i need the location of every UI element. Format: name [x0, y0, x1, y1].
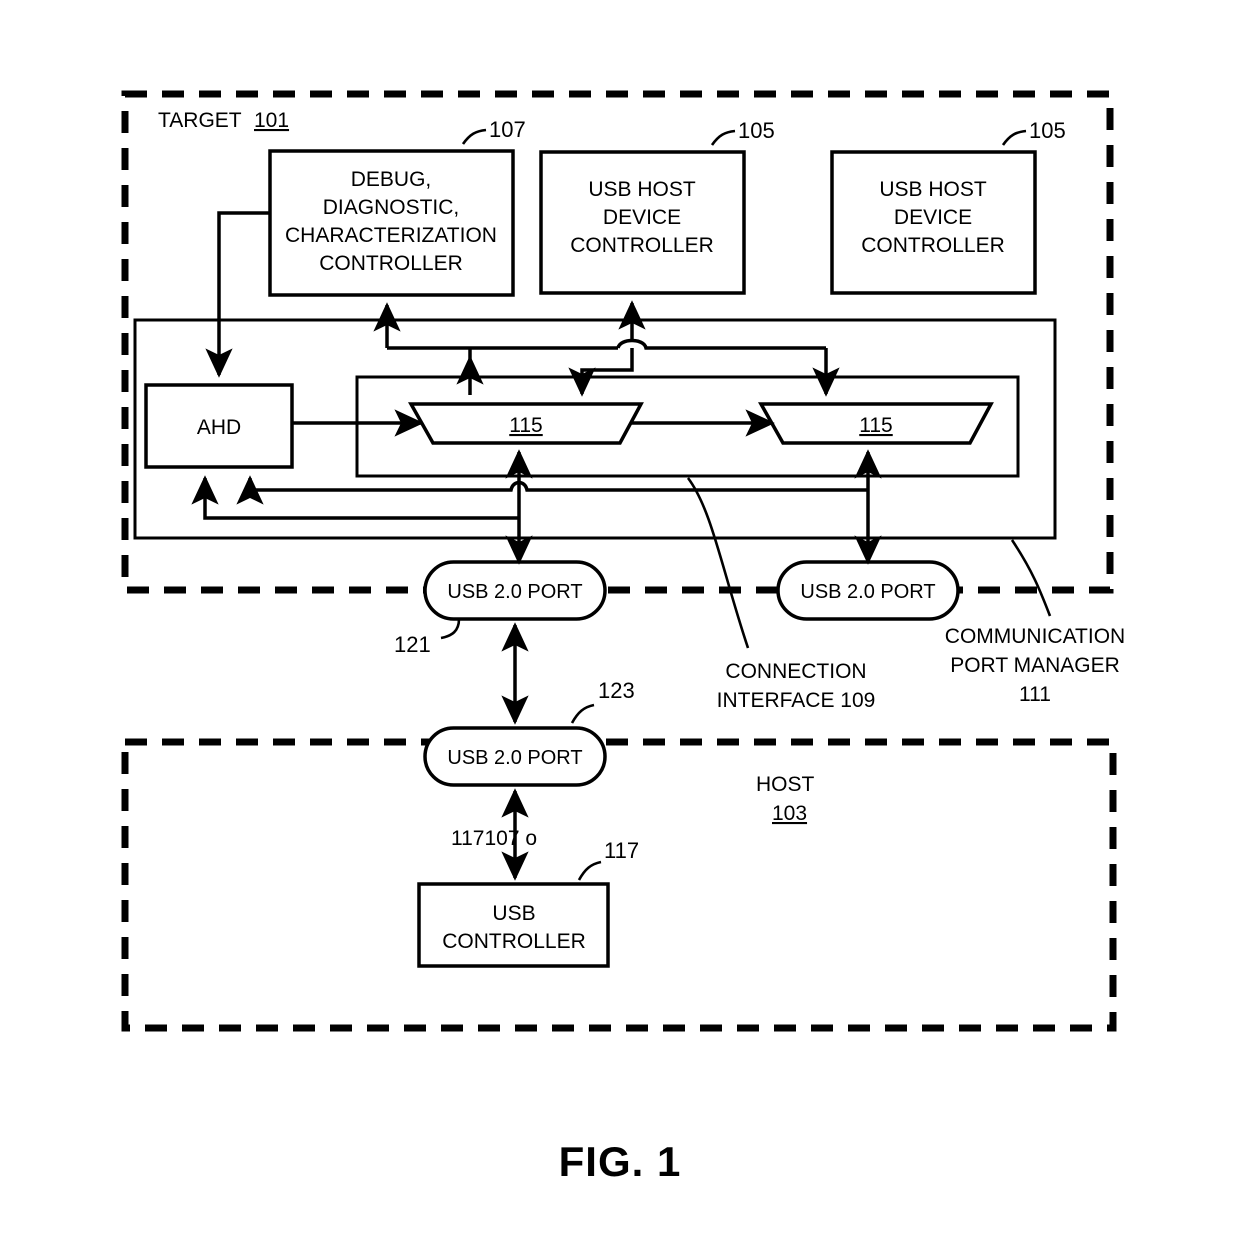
usb-host-device-controller-2-ref: 105 — [1029, 118, 1066, 143]
conn-feedback-bus-upper — [236, 475, 868, 505]
usb-controller-box[interactable] — [417, 882, 610, 968]
usb-controller-line-1: USB — [492, 902, 535, 925]
communication-port-manager-label-line-3: 111 — [1019, 683, 1051, 706]
usb-host-device-controller-1-line-1: USB HOST — [588, 178, 696, 201]
leader-121 — [440, 618, 461, 640]
communication-port-manager-label-line-2: PORT MANAGER — [950, 654, 1120, 677]
usb-controller-line-2: CONTROLLER — [442, 930, 586, 953]
leader-connection-interface — [686, 477, 750, 649]
usb-host-device-controller-1-ref: 105 — [738, 118, 775, 143]
target-usb-port-2-label: USB 2.0 PORT — [800, 581, 935, 603]
leader-105a — [710, 129, 736, 146]
ahd-label: AHD — [197, 416, 241, 439]
leader-117 — [577, 860, 602, 881]
target-label: TARGET — [158, 109, 242, 132]
connection-interface-label-line-2: INTERFACE 109 — [717, 689, 876, 712]
host-usb-port-label: USB 2.0 PORT — [447, 747, 582, 769]
leader-107 — [461, 128, 487, 145]
debug-controller-ref: 107 — [489, 117, 526, 142]
connection-interface-label-line-1: CONNECTION — [725, 660, 866, 683]
usb-host-device-controller-2-line-3: CONTROLLER — [861, 234, 1005, 257]
figure-caption: FIG. 1 — [559, 1138, 682, 1185]
conn-bus-hop-1 — [616, 338, 826, 350]
usb-host-device-controller-1-line-2: DEVICE — [603, 206, 681, 229]
host-usb-port-ref: 123 — [598, 678, 635, 703]
mux-2-ref: 115 — [859, 414, 892, 437]
conn-branch-to-mux1-top — [568, 348, 634, 397]
diagram-canvas: TARGET 101 HOST 103 DEBUG, DIAGNOSTIC, C… — [121, 90, 1125, 1185]
usb-host-device-controller-1-line-3: CONTROLLER — [570, 234, 714, 257]
debug-controller-line-2: DIAGNOSTIC, — [323, 196, 460, 219]
target-ref: 101 — [254, 109, 289, 132]
leader-105b — [1001, 129, 1027, 146]
communication-port-manager-label-line-1: COMMUNICATION — [945, 625, 1125, 648]
target-usb-port-1-label: USB 2.0 PORT — [447, 581, 582, 603]
debug-controller-line-1: DEBUG, — [351, 168, 432, 191]
patent-figure-page: TARGET 101 HOST 103 DEBUG, DIAGNOSTIC, C… — [0, 0, 1240, 1233]
target-usb-port-1-ref: 121 — [394, 632, 431, 657]
mux-1-ref: 115 — [509, 414, 542, 437]
conn-feedback-bus-lower — [191, 475, 519, 520]
leader-communication-port-manager — [1010, 539, 1052, 617]
debug-controller-line-4: CONTROLLER — [319, 252, 463, 275]
host-boundary — [121, 738, 1117, 1032]
leader-123 — [570, 703, 595, 724]
host-label: HOST — [756, 773, 815, 796]
host-link-label: 117107 o — [451, 827, 537, 850]
usb-controller-ref: 117 — [604, 838, 639, 863]
host-ref: 103 — [772, 802, 807, 825]
conn-debug-to-ahd — [205, 211, 270, 378]
debug-controller-line-3: CHARACTERIZATION — [285, 224, 497, 247]
usb-host-device-controller-2-line-2: DEVICE — [894, 206, 972, 229]
usb-host-device-controller-2-line-1: USB HOST — [879, 178, 987, 201]
